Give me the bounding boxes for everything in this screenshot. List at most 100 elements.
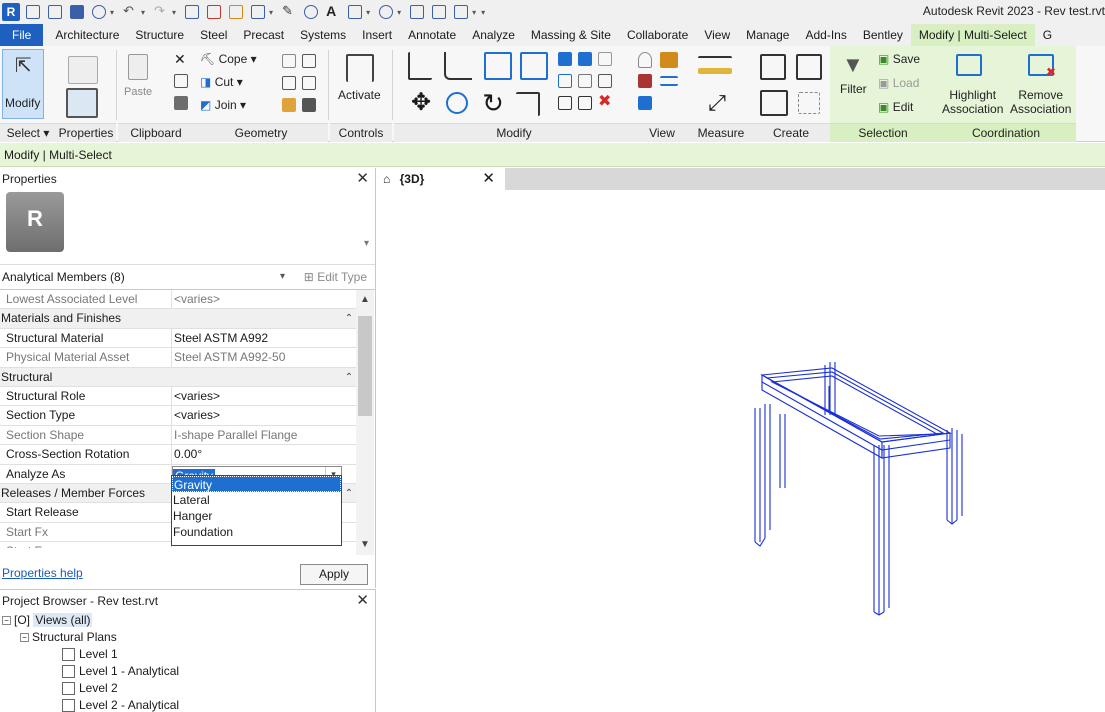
cope-button[interactable]: ⛏ Cope ▾ [200, 52, 257, 66]
open-folder-icon[interactable] [48, 5, 62, 19]
edit-selection-button[interactable]: ▣ Edit [878, 100, 913, 114]
tree-view-item[interactable]: Level 2 [62, 680, 118, 696]
tree-view-item[interactable]: Level 1 [62, 646, 118, 662]
create-parts-icon[interactable] [796, 54, 822, 80]
cut-button[interactable]: ◨ Cut ▾ [200, 75, 243, 89]
collapse-chevron-icon[interactable]: ⌃ [342, 368, 356, 386]
property-row[interactable]: Structural Material Steel ASTM A992 [0, 328, 356, 349]
paste-button-label[interactable]: Paste [124, 86, 152, 98]
array-icon[interactable] [558, 74, 572, 88]
3d-view-icon[interactable] [348, 5, 363, 19]
drawing-canvas[interactable] [377, 190, 1105, 712]
measure-tape-icon[interactable] [698, 68, 732, 74]
unpin-icon[interactable] [598, 74, 612, 88]
tree-views-all[interactable]: − [O] Views (all) [2, 612, 93, 628]
ribbon-tab-g[interactable]: G [1035, 24, 1060, 46]
move-icon[interactable]: ✥ [408, 90, 434, 116]
scroll-down-icon[interactable]: ▼ [356, 535, 374, 555]
linework-icon[interactable] [638, 74, 652, 88]
highlight-association-icon[interactable] [956, 54, 982, 76]
properties-icon[interactable] [66, 88, 98, 118]
activate-button-label[interactable]: Activate [338, 88, 381, 102]
collapse-icon[interactable]: − [2, 616, 11, 626]
thin-lines-icon[interactable] [410, 5, 425, 19]
tree-view-item[interactable]: Level 1 - Analytical [62, 663, 179, 679]
customize-toolbar-icon[interactable]: ▾ [481, 8, 485, 17]
chevron-down-icon[interactable]: ▾ [269, 8, 273, 17]
create-similar-icon[interactable] [798, 92, 820, 114]
delete-icon[interactable]: ✖ [598, 94, 614, 110]
override-graphics-icon[interactable] [660, 52, 678, 68]
align-dimension-icon[interactable] [251, 5, 266, 19]
property-category[interactable]: Materials and Finishes ⌃ [0, 309, 356, 329]
modify-button[interactable]: ⇱ Modify [2, 49, 44, 119]
scale-icon[interactable] [578, 74, 592, 88]
trim-multiple-icon[interactable] [558, 96, 572, 110]
apply-button[interactable]: Apply [300, 564, 368, 585]
measure-icon[interactable] [229, 5, 244, 19]
save-icon[interactable] [70, 5, 84, 19]
ribbon-tab-file[interactable]: File [0, 24, 44, 46]
trim-extend-icon[interactable] [516, 92, 540, 116]
create-assembly-icon[interactable] [760, 54, 786, 80]
property-value[interactable]: <varies> [172, 387, 356, 405]
tree-structural-plans[interactable]: − Structural Plans [20, 629, 117, 645]
chevron-down-icon[interactable]: ▾ [280, 265, 285, 289]
ribbon-tab-bentley[interactable]: Bentley [855, 24, 911, 46]
scroll-up-icon[interactable]: ▲ [356, 290, 374, 310]
dropdown-option-lateral[interactable]: Lateral [172, 492, 341, 508]
ribbon-tab-annotate[interactable]: Annotate [400, 24, 464, 46]
copy-icon[interactable] [174, 74, 188, 88]
view-tab-3d[interactable]: ⌂ {3D} ✕ [377, 168, 505, 190]
wall-joins-icon[interactable] [302, 54, 316, 68]
trim-single-icon[interactable] [578, 96, 592, 110]
property-row[interactable]: Physical Material Asset Steel ASTM A992-5… [0, 348, 356, 368]
tree-view-item[interactable]: Level 2 - Analytical [62, 697, 179, 712]
print-icon[interactable] [185, 5, 200, 19]
ribbon-tab-view[interactable]: View [696, 24, 738, 46]
paint-view-icon[interactable] [638, 96, 652, 110]
property-value[interactable]: <varies> [172, 290, 356, 308]
create-group-icon[interactable] [760, 90, 788, 116]
property-value[interactable]: <varies> [172, 406, 356, 424]
copy-element-icon[interactable] [446, 92, 468, 114]
chevron-down-icon[interactable]: ▾ [172, 8, 176, 17]
instance-filter[interactable]: Analytical Members (8) ▾ ⊞ Edit Type [0, 265, 375, 290]
activate-controls-icon[interactable] [346, 54, 374, 82]
remove-association-label[interactable]: Remove Association [1010, 88, 1071, 116]
align-icon[interactable] [408, 52, 432, 80]
structural-frame-3d[interactable] [377, 190, 1105, 712]
detail-line-icon[interactable]: ✎ [282, 4, 296, 19]
ribbon-tab-modify-multi-select[interactable]: Modify | Multi-Select [910, 24, 1035, 46]
properties-help-link[interactable]: Properties help [2, 566, 83, 580]
hide-in-view-icon[interactable] [638, 52, 652, 68]
chevron-down-icon[interactable]: ▾ [141, 8, 145, 17]
ribbon-tab-systems[interactable]: Systems [292, 24, 354, 46]
collapse-icon[interactable]: − [20, 633, 29, 643]
tag-icon[interactable] [304, 5, 319, 19]
ribbon-tab-insert[interactable]: Insert [354, 24, 400, 46]
property-value[interactable]: Steel ASTM A992 [172, 329, 356, 347]
ribbon-tab-architecture[interactable]: Architecture [47, 24, 127, 46]
unjoin-icon[interactable] [282, 54, 296, 68]
mirror-pick-axis-icon[interactable] [484, 52, 512, 80]
property-category[interactable]: Structural ⌃ [0, 367, 356, 387]
mirror-draw-axis-icon[interactable] [520, 52, 548, 80]
property-row[interactable]: Cross-Section Rotation 0.00° [0, 445, 356, 465]
properties-scrollbar[interactable]: ▲ ▼ [356, 290, 374, 555]
aligned-dimension-icon[interactable] [698, 56, 732, 68]
load-selection-button[interactable]: ▣ Load [878, 76, 919, 90]
ribbon-tab-add-ins[interactable]: Add-Ins [797, 24, 854, 46]
demolish-icon[interactable] [282, 98, 296, 112]
undo-icon[interactable]: ↶ [123, 4, 137, 19]
ribbon-tab-manage[interactable]: Manage [738, 24, 797, 46]
close-icon[interactable]: ✕ [356, 168, 369, 190]
revit-logo-icon[interactable]: R [2, 3, 20, 21]
property-value[interactable]: I-shape Parallel Flange [172, 426, 356, 444]
chevron-down-icon[interactable]: ▾ [364, 238, 369, 249]
edit-type-button[interactable]: ⊞ Edit Type [304, 265, 367, 289]
text-icon[interactable]: A [326, 4, 340, 19]
chevron-down-icon[interactable]: ▾ [472, 8, 476, 17]
pdf-icon[interactable] [207, 5, 222, 19]
highlight-association-label[interactable]: Highlight Association [942, 88, 1003, 116]
